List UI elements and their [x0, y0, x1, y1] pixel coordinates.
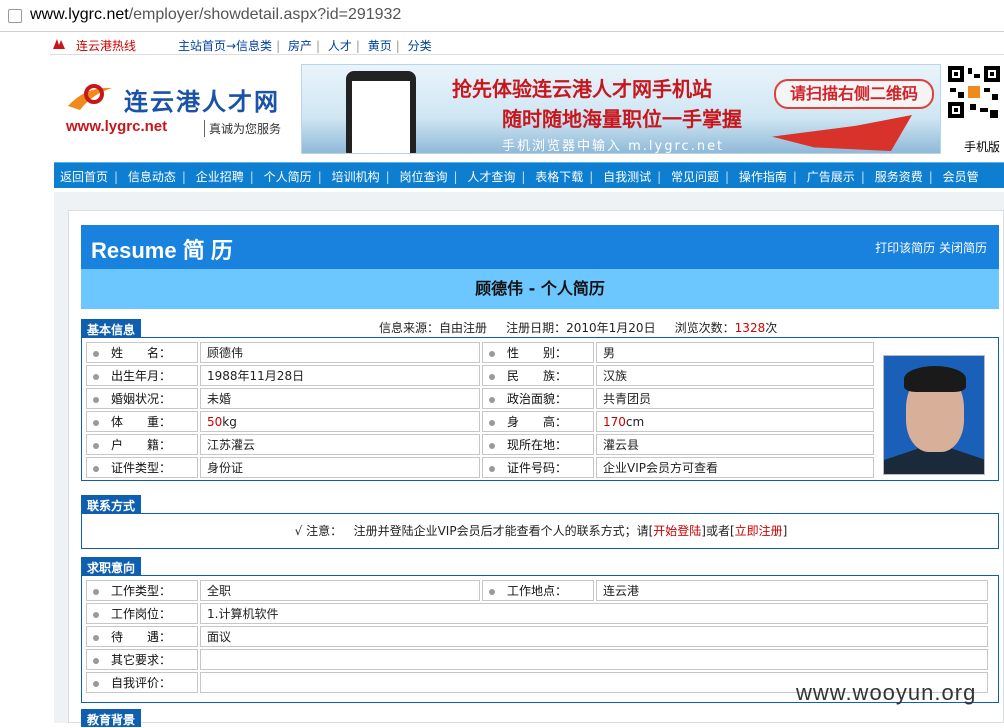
nav-link-home[interactable]: 主站首页→信息类: [174, 39, 276, 53]
check-icon: √: [294, 524, 303, 538]
menu-item-guide[interactable]: 操作指南 |: [733, 163, 797, 185]
resume-header: Resume 简 历 打印该简历 关闭简历: [81, 225, 999, 269]
site-header: 连云港人才网 www.lygrc.net 真诚为您服务 抢先体验连云港人才网手机…: [50, 56, 1004, 160]
table-row: 其它要求：: [86, 649, 988, 670]
watermark: www.wooyun.org: [796, 680, 977, 705]
address-bar[interactable]: www.lygrc.net/employer/showdetail.aspx?i…: [0, 0, 1004, 32]
top-navigation: 连云港热线 主站首页→信息类 | 房产 | 人才 | 黄页 | 分类: [50, 33, 1004, 55]
section-tab-education: 教育背景: [81, 709, 142, 727]
contact-notice: √ 注意： 注册并登陆企业VIP会员后才能查看个人的联系方式；请[开始登陆]或者…: [294, 524, 788, 538]
basic-info-table: 姓 名： 顾德伟 性 别： 男 出生年月： 1988年11月28日 民 族： 汉…: [84, 340, 876, 480]
banner-headline: 抢先体验连云港人才网手机站: [452, 77, 712, 101]
hotline-icon: [53, 39, 65, 49]
table-row: 姓 名： 顾德伟 性 别： 男: [86, 342, 874, 363]
menu-item-jobs[interactable]: 企业招聘 |: [190, 163, 254, 185]
phone-illustration: [346, 71, 416, 153]
avatar: [883, 355, 985, 475]
page-icon: [8, 9, 22, 23]
close-resume-link[interactable]: 关闭简历: [939, 241, 987, 255]
section-tab-intent: 求职意向: [81, 557, 142, 575]
menu-item-job-search[interactable]: 岗位查询 |: [393, 163, 457, 185]
mobile-site-banner[interactable]: 抢先体验连云港人才网手机站 随时随地海量职位一手掌握 手机浏览器中输入 m.ly…: [301, 64, 941, 154]
qr-code: 手机版: [946, 64, 1004, 154]
resume-panel: Resume 简 历 打印该简历 关闭简历 顾德伟 - 个人简历 基本信息 信息…: [68, 210, 1004, 727]
resume-name-title: 顾德伟 - 个人简历: [81, 269, 999, 309]
menu-item-member[interactable]: 会员管: [937, 163, 985, 185]
nav-link-classified[interactable]: 分类: [404, 39, 436, 53]
qr-label: 手机版: [964, 140, 1001, 154]
section-tab-basic: 基本信息: [81, 319, 142, 337]
menu-item-news[interactable]: 信息动态 |: [122, 163, 186, 185]
table-row: 证件类型： 身份证 证件号码： 企业VIP会员方可查看: [86, 457, 874, 478]
table-row: 出生年月： 1988年11月28日 民 族： 汉族: [86, 365, 874, 386]
menu-item-training[interactable]: 培训机构 |: [326, 163, 390, 185]
logo-url: www.lygrc.net: [66, 118, 168, 135]
paper-plane-illustration: [772, 115, 912, 151]
content-area: Resume 简 历 打印该简历 关闭简历 顾德伟 - 个人简历 基本信息 信息…: [54, 192, 1004, 727]
table-row: 体 重： 50kg 身 高： 170cm: [86, 411, 874, 432]
menu-item-ads[interactable]: 广告展示 |: [801, 163, 865, 185]
qr-code-icon: [946, 64, 1002, 120]
banner-url-text: 手机浏览器中输入 m.lygrc.net: [502, 139, 725, 154]
intent-table: 工作类型： 全职 工作地点： 连云港 工作岗位： 1.计算机软件 待 遇： 面议…: [84, 578, 990, 695]
menu-item-talent-search[interactable]: 人才查询 |: [461, 163, 525, 185]
basic-info-box: 姓 名： 顾德伟 性 别： 男 出生年月： 1988年11月28日 民 族： 汉…: [81, 337, 999, 481]
resume-title: Resume 简 历: [91, 238, 233, 263]
menu-item-resumes[interactable]: 个人简历 |: [258, 163, 322, 185]
menu-item-home[interactable]: 返回首页 |: [54, 163, 118, 185]
print-resume-link[interactable]: 打印该简历: [875, 241, 935, 255]
nav-link-talent[interactable]: 人才: [324, 39, 356, 53]
register-link[interactable]: 立即注册: [735, 524, 783, 538]
table-row: 户 籍： 江苏灌云 现所在地： 灌云县: [86, 434, 874, 455]
resume-meta: 信息来源：自由注册 注册日期：2010年1月20日 浏览次数：1328次: [379, 321, 778, 335]
main-menu: 返回首页 | 信息动态 | 企业招聘 | 个人简历 | 培训机构 | 岗位查询 | 人才查询…: [54, 162, 1004, 188]
table-row: 工作类型： 全职 工作地点： 连云港: [86, 580, 988, 601]
table-row: 工作岗位： 1.计算机软件: [86, 603, 988, 624]
banner-qr-tip: 请扫描右侧二维码: [774, 79, 934, 109]
url-text[interactable]: www.lygrc.net/employer/showdetail.aspx?i…: [30, 6, 401, 24]
menu-item-self-test[interactable]: 自我测试 |: [597, 163, 661, 185]
section-tab-contact: 联系方式: [81, 495, 142, 513]
menu-item-forms[interactable]: 表格下载 |: [529, 163, 593, 185]
hotline-link[interactable]: 连云港热线: [76, 37, 136, 54]
nav-link-yellowpages[interactable]: 黄页: [364, 39, 396, 53]
logo-slogan: 真诚为您服务: [204, 120, 281, 137]
site-logo[interactable]: 连云港人才网 www.lygrc.net 真诚为您服务: [62, 76, 302, 156]
banner-subheadline: 随时随地海量职位一手掌握: [502, 107, 742, 131]
menu-item-pricing[interactable]: 服务资费 |: [869, 163, 933, 185]
logo-name: 连云港人才网: [124, 88, 280, 116]
contact-box: √ 注意： 注册并登陆企业VIP会员后才能查看个人的联系方式；请[开始登陆]或者…: [81, 513, 999, 549]
logo-swoosh-icon: [68, 84, 112, 110]
view-count: 1328: [734, 321, 766, 335]
table-row: 婚姻状况： 未婚 政治面貌： 共青团员: [86, 388, 874, 409]
menu-item-faq[interactable]: 常见问题 |: [665, 163, 729, 185]
table-row: 待 遇： 面议: [86, 626, 988, 647]
nav-link-house[interactable]: 房产: [284, 39, 316, 53]
login-link[interactable]: 开始登陆: [653, 524, 701, 538]
